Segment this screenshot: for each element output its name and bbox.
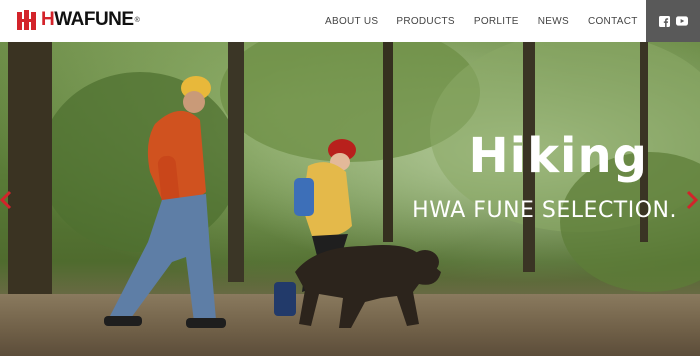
chevron-left-icon[interactable] [0,190,12,210]
hero-banner: Hiking HWA FUNE SELECTION. [0,42,700,356]
hero-title: Hiking [468,128,648,184]
logo-registered-mark: ® [134,16,140,24]
facebook-icon[interactable] [658,15,670,27]
nav-news[interactable]: NEWS [538,16,569,27]
dog-figure [295,245,441,328]
youtube-icon[interactable] [676,15,688,27]
logo-wordmark-h: H [41,9,55,30]
nav-products[interactable]: PRODUCTS [396,16,455,27]
logo-wordmark: HWAFUNE [41,9,134,31]
nav-porlite[interactable]: PORLITE [474,16,519,27]
hero-subtitle: HWA FUNE SELECTION. [412,198,677,223]
nav-contact[interactable]: CONTACT [588,16,638,27]
brand-logo[interactable]: HWAFUNE ® [16,7,140,33]
header: HWAFUNE ® ABOUT US PRODUCTS PORLITE NEWS… [0,0,700,42]
logo-wordmark-rest: WAFUNE [54,9,134,30]
chevron-right-icon[interactable] [686,190,698,210]
logo-mark-icon [17,10,36,30]
main-nav: ABOUT US PRODUCTS PORLITE NEWS CONTACT [318,0,638,42]
social-links [646,0,700,42]
nav-about-us[interactable]: ABOUT US [325,16,378,27]
